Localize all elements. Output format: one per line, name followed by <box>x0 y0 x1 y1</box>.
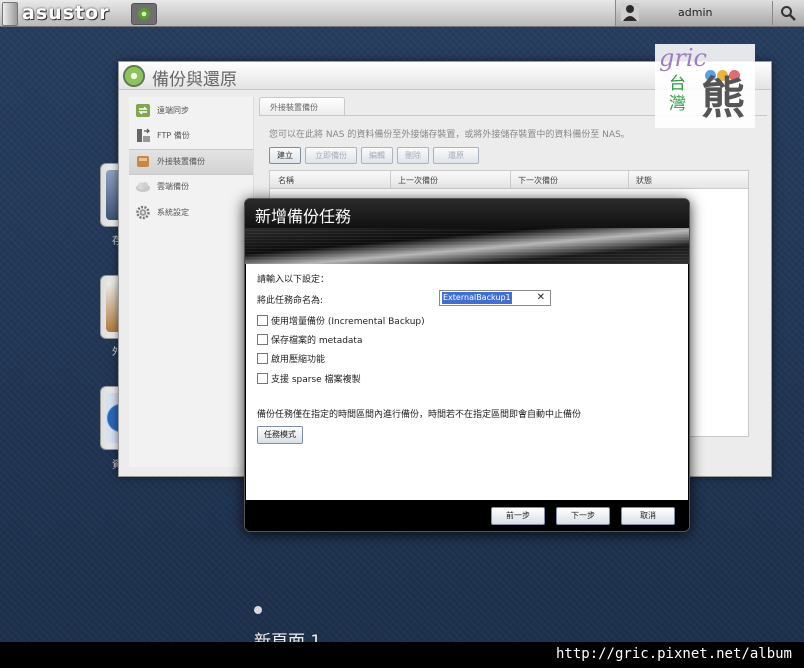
top-bar: asustor admin <box>0 0 804 27</box>
task-name-value: ExternalBackup1 <box>442 292 512 304</box>
incremental-backup-checkbox[interactable] <box>257 315 268 326</box>
column-header-next-backup[interactable]: 下一次備份 <box>518 175 558 186</box>
taskbar-backup-app-icon[interactable] <box>131 3 157 25</box>
column-header-last-backup[interactable]: 上一次備份 <box>398 175 438 186</box>
watermark-url: http://gric.pixnet.net/album <box>555 646 792 662</box>
task-mode-button[interactable]: 任務模式 <box>257 426 303 444</box>
page-indicator-dot[interactable] <box>254 606 262 614</box>
next-step-button[interactable]: 下一步 <box>556 507 610 525</box>
dialog-footer: 前一步 下一步 取消 <box>245 500 689 531</box>
cancel-button[interactable]: 取消 <box>621 507 675 525</box>
task-name-input[interactable]: ExternalBackup1 ✕ <box>439 290 551 306</box>
backup-app-icon <box>123 65 145 87</box>
sidebar-item-ftp[interactable]: FTP 備份 <box>129 124 253 148</box>
remote-sync-icon <box>136 104 150 117</box>
dialog-title-bar[interactable]: 新增備份任務 <box>245 199 689 228</box>
dialog-title: 新增備份任務 <box>255 207 352 226</box>
sidebar-item-cloud[interactable]: 雲端備份 <box>129 175 253 199</box>
prev-step-button[interactable]: 前一步 <box>491 507 545 525</box>
external-device-icon <box>137 156 149 167</box>
task-name-label: 將此任務命名為: <box>257 296 324 306</box>
edit-button[interactable]: 編輯 <box>361 147 393 164</box>
restore-button[interactable]: 還原 <box>433 147 479 164</box>
tab-external-device-backup[interactable]: 外接裝置備份 <box>259 97 345 116</box>
create-button[interactable]: 建立 <box>269 147 301 164</box>
user-area: admin <box>615 0 804 26</box>
sidebar-item-label: FTP 備份 <box>157 131 190 140</box>
asustor-logo: asustor <box>22 2 110 24</box>
sidebar-item-system-settings[interactable]: 系統設定 <box>129 201 253 225</box>
menu-handle[interactable] <box>2 2 18 26</box>
gear-icon <box>136 205 150 220</box>
backup-now-button[interactable]: 立即備份 <box>305 147 357 164</box>
watermark-text: gric <box>659 44 707 72</box>
clear-icon[interactable]: ✕ <box>537 291 545 305</box>
search-button[interactable] <box>772 1 803 25</box>
checkbox-label: 啟用壓縮功能 <box>271 355 326 365</box>
watermark-url-bar: http://gric.pixnet.net/album <box>0 642 804 668</box>
window-title: 備份與還原 <box>152 70 237 90</box>
cloud-icon <box>136 182 150 192</box>
username[interactable]: admin <box>678 6 712 19</box>
sidebar-item-label: 系統設定 <box>157 208 189 217</box>
settings-prompt: 請輸入以下設定： <box>257 275 330 285</box>
checkbox-label: 支援 sparse 檔案複製 <box>271 375 361 385</box>
watermark-logo: gric 台灣 熊 <box>655 44 755 128</box>
new-backup-task-dialog: 新增備份任務 請輸入以下設定： 將此任務命名為: ExternalBackup1… <box>244 198 690 532</box>
watermark-text: 台灣 <box>669 74 686 114</box>
keep-metadata-checkbox[interactable] <box>257 334 268 345</box>
sidebar-item-label: 遠端同步 <box>157 106 189 115</box>
sidebar-item-external-device[interactable]: 外接裝置備份 <box>129 149 253 175</box>
sidebar-item-label: 外接裝置備份 <box>157 157 205 166</box>
tab-label: 外接裝置備份 <box>270 103 318 112</box>
table-header: 名稱 上一次備份 下一次備份 狀態 <box>270 171 748 189</box>
sparse-copy-checkbox[interactable] <box>257 373 268 384</box>
sidebar: 遠端同步 FTP 備份 外接裝置備份 雲端備份 系統設定 <box>129 97 254 467</box>
column-header-name[interactable]: 名稱 <box>278 175 294 186</box>
dialog-body: 請輸入以下設定： 將此任務命名為: ExternalBackup1 ✕ 使用增量… <box>246 264 688 500</box>
watermark-text: 熊 <box>701 73 745 124</box>
sidebar-item-remote-sync[interactable]: 遠端同步 <box>129 99 253 123</box>
checkbox-label: 保存檔案的 metadata <box>271 336 363 346</box>
column-header-status[interactable]: 狀態 <box>636 175 652 186</box>
checkbox-label: 使用增量備份 (Incremental Backup) <box>271 317 425 327</box>
compression-checkbox[interactable] <box>257 353 268 364</box>
delete-button[interactable]: 刪除 <box>397 147 429 164</box>
sidebar-item-label: 雲端備份 <box>157 182 189 191</box>
user-icon[interactable] <box>621 3 639 21</box>
search-icon <box>781 6 796 21</box>
dialog-banner <box>245 228 689 264</box>
ftp-icon <box>137 128 150 142</box>
schedule-note: 備份任務僅在指定的時間區間內進行備份，時間若不在指定區間即會自動中止備份 <box>257 410 582 420</box>
page-description: 您可以在此將 NAS 的資料備份至外接儲存裝置，或將外接儲存裝置中的資料備份至 … <box>269 130 630 140</box>
